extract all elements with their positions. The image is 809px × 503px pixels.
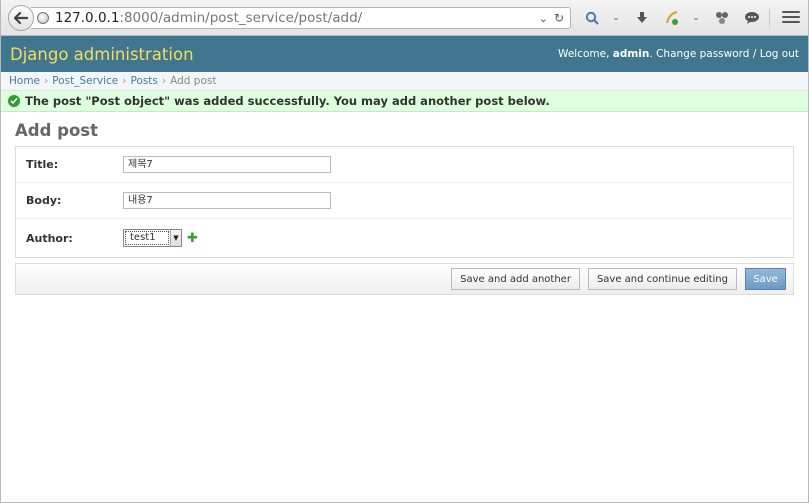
save-and-continue-button[interactable]: Save and continue editing <box>587 268 737 290</box>
author-label: Author: <box>26 231 73 245</box>
save-and-add-another-button[interactable]: Save and add another <box>451 268 580 290</box>
dropdown-arrow-icon[interactable]: ⌄ <box>539 12 548 25</box>
checkmark-icon <box>8 95 20 107</box>
post-form-fieldset: Title: 제목7 Body: 내용7 Author: test1 ▼ ✚ <box>15 146 794 258</box>
breadcrumb-model[interactable]: Posts <box>130 75 157 87</box>
hamburger-menu-icon[interactable] <box>782 8 800 26</box>
toolbar-divider <box>769 9 770 27</box>
title-input[interactable]: 제목7 <box>123 156 331 173</box>
admin-header: Django administration Welcome, admin. Ch… <box>1 36 808 72</box>
download-icon[interactable] <box>631 8 653 28</box>
success-message: The post "Post object" was added success… <box>1 91 808 112</box>
body-input[interactable]: 내용7 <box>123 192 331 209</box>
url-text[interactable]: 127.0.0.1:8000/admin/post_service/post/a… <box>55 10 362 26</box>
breadcrumb-current: Add post <box>170 75 217 87</box>
breadcrumb-home[interactable]: Home <box>9 75 40 87</box>
change-password-link[interactable]: Change password <box>656 48 749 60</box>
body-label: Body: <box>26 194 62 207</box>
back-arrow-icon <box>14 12 28 24</box>
browser-toolbar: 127.0.0.1:8000/admin/post_service/post/a… <box>1 0 808 36</box>
logout-link[interactable]: Log out <box>760 48 799 60</box>
globe-icon <box>37 12 49 24</box>
addon-dropdown-icon[interactable]: ⌄ <box>691 8 701 28</box>
user-tools: Welcome, admin. Change password / Log ou… <box>558 48 799 60</box>
page-title: Add post <box>15 121 98 140</box>
breadcrumb: Home › Post_Service › Posts › Add post <box>1 72 808 91</box>
success-message-text: The post "Post object" was added success… <box>25 94 550 108</box>
search-icon[interactable] <box>581 8 603 28</box>
chat-icon[interactable] <box>741 8 763 28</box>
back-button[interactable] <box>8 5 34 31</box>
body-row: Body: 내용7 <box>16 183 793 219</box>
add-author-icon[interactable]: ✚ <box>187 232 198 245</box>
author-row: Author: test1 ▼ ✚ <box>16 219 793 257</box>
author-select[interactable]: test1 ▼ <box>123 229 182 247</box>
select-arrow-icon[interactable]: ▼ <box>170 230 181 246</box>
extension-icon[interactable] <box>711 8 733 28</box>
submit-row: Save and add another Save and continue e… <box>15 263 794 295</box>
author-selected-value: test1 <box>125 231 169 245</box>
addon-icon[interactable] <box>661 8 683 28</box>
site-branding[interactable]: Django administration <box>10 45 194 64</box>
address-bar[interactable]: 127.0.0.1:8000/admin/post_service/post/a… <box>31 7 571 29</box>
username: admin <box>612 48 650 60</box>
save-button[interactable]: Save <box>745 268 786 290</box>
title-row: Title: 제목7 <box>16 147 793 183</box>
search-dropdown-icon[interactable]: ⌄ <box>611 8 621 28</box>
title-label: Title: <box>26 158 59 171</box>
reload-icon[interactable]: ↻ <box>554 11 564 25</box>
breadcrumb-app[interactable]: Post_Service <box>52 75 118 87</box>
